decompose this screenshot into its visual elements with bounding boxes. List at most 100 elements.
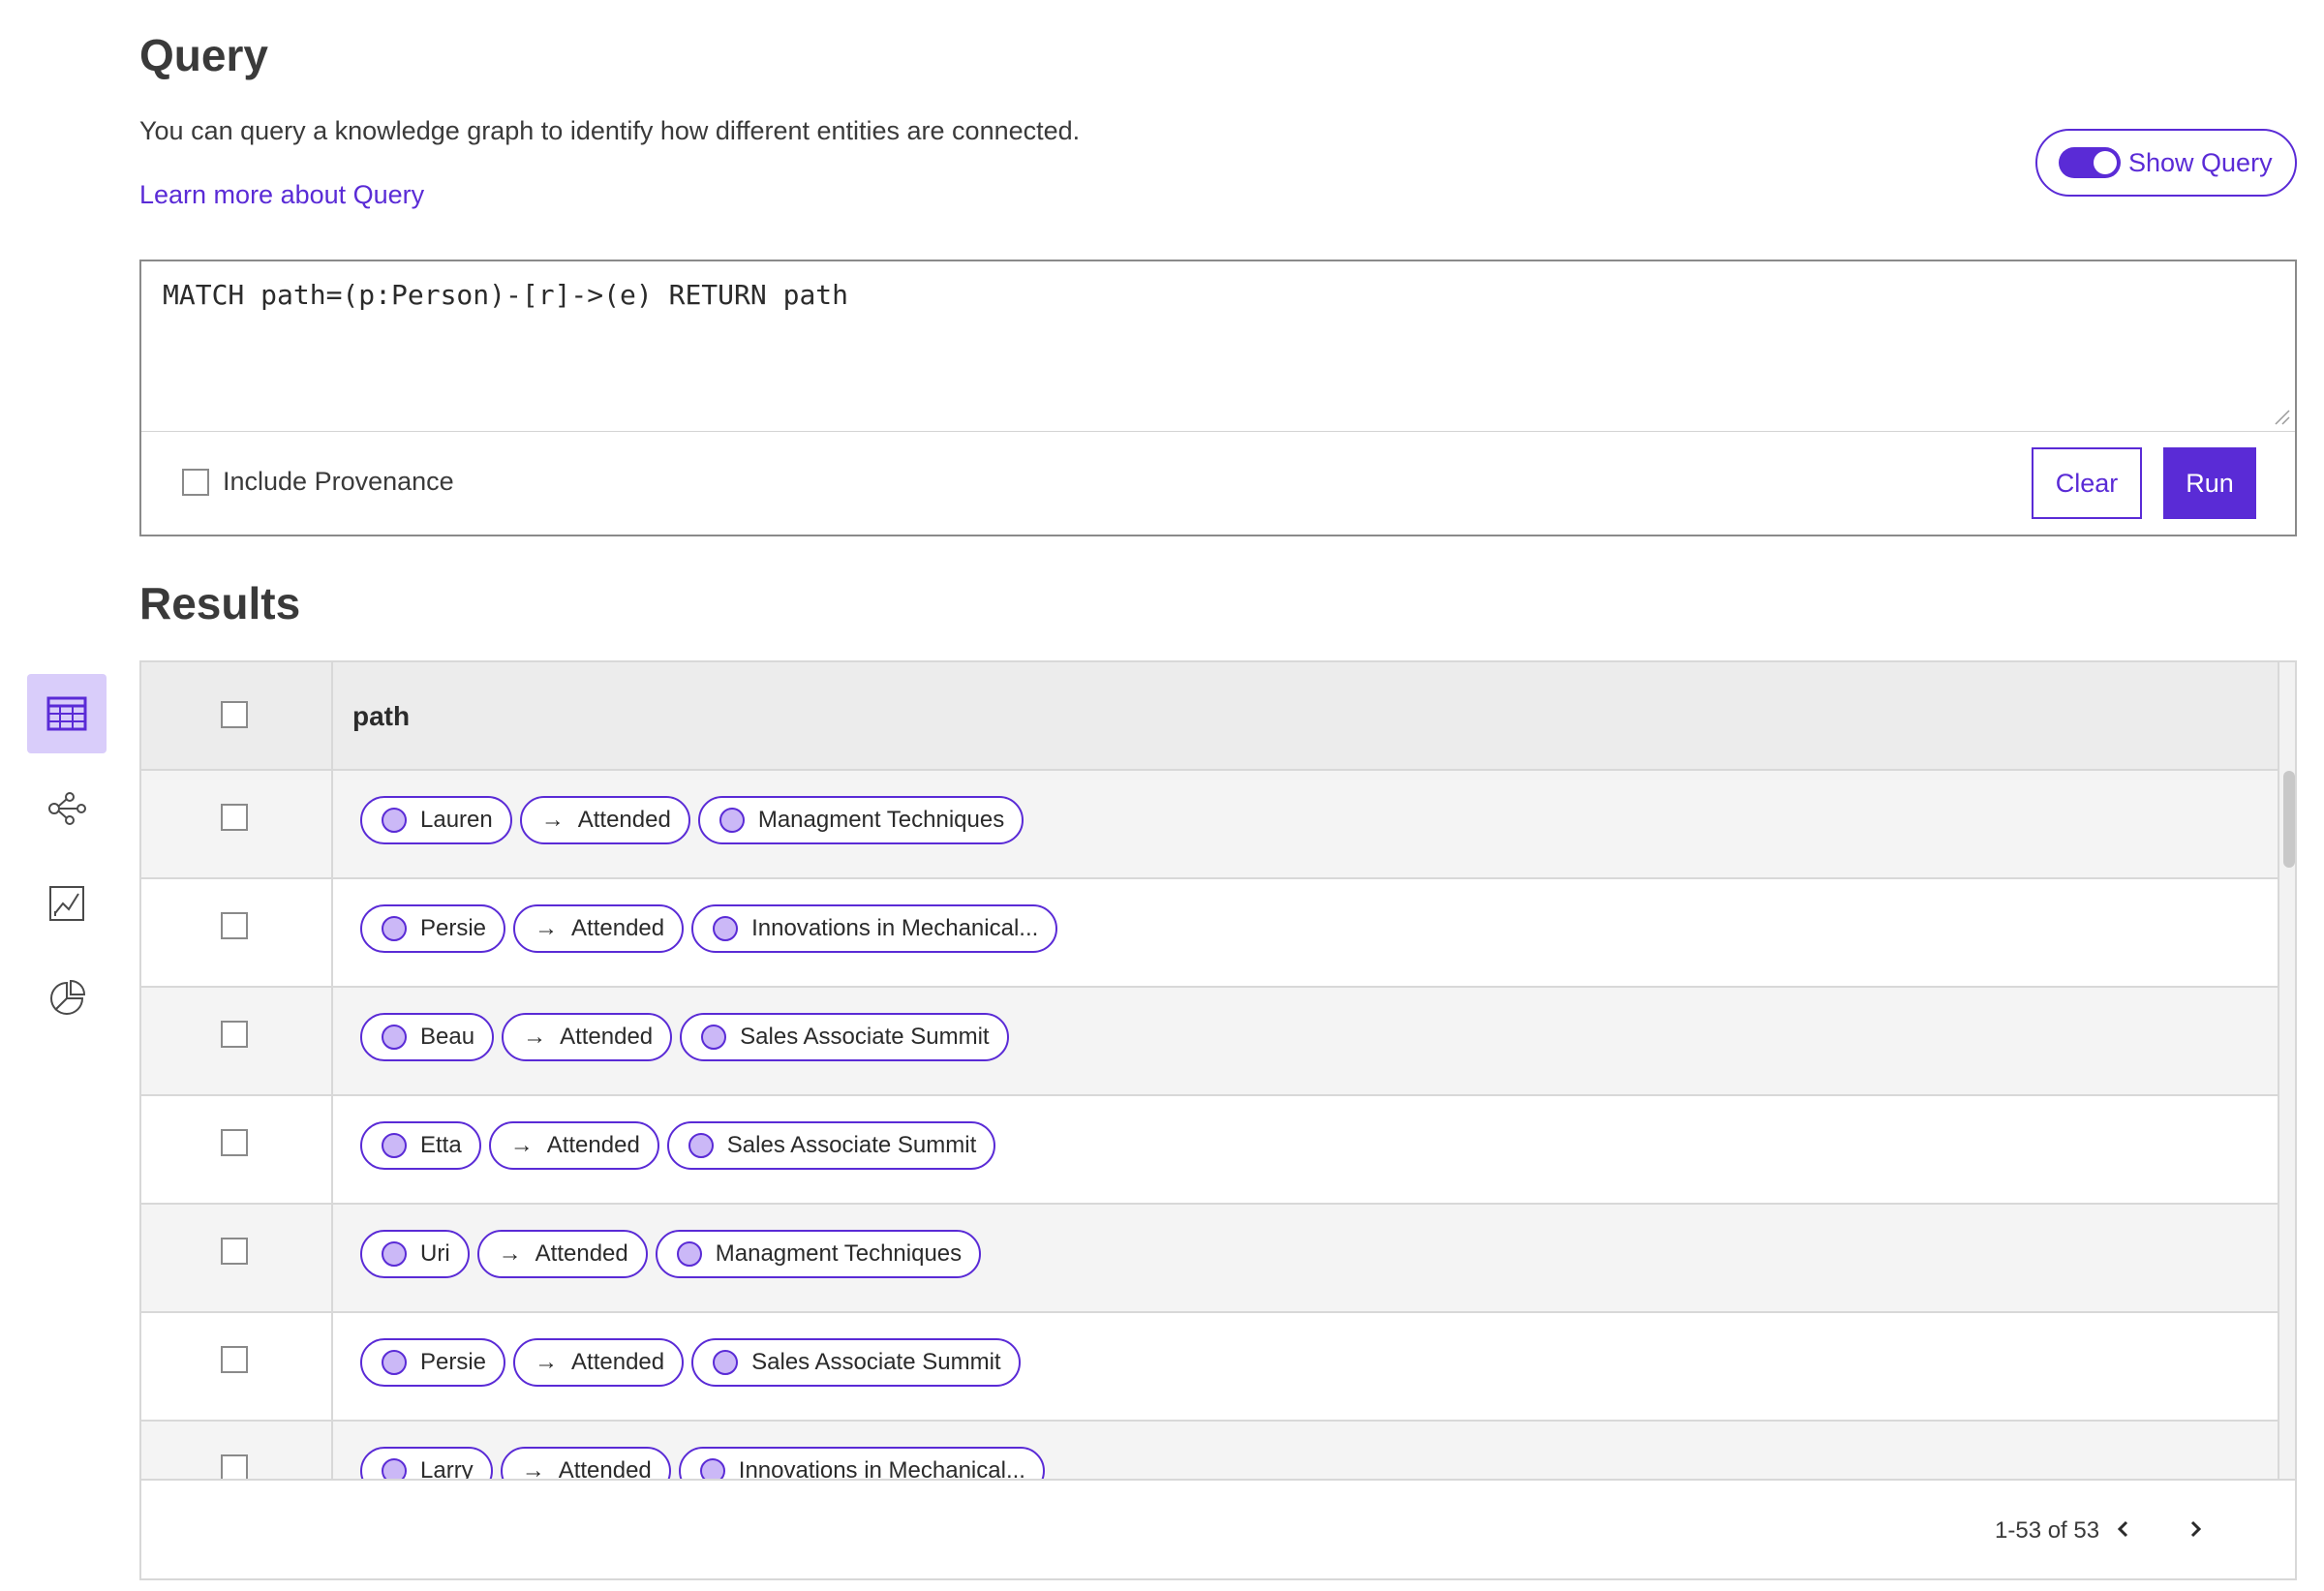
relation-chip[interactable]: → Attended bbox=[519, 796, 690, 844]
toggle-switch[interactable] bbox=[2059, 147, 2121, 178]
learn-more-link[interactable]: Learn more about Query bbox=[139, 180, 424, 210]
person-node-chip[interactable]: Beau bbox=[360, 1013, 495, 1061]
table-footer: 1-53 of 53 bbox=[141, 1479, 2295, 1578]
scrollbar-thumb[interactable] bbox=[2283, 771, 2295, 868]
results-table: path Lauren → Attended Managment Techniques… bbox=[139, 660, 2297, 1580]
relation-chip[interactable]: → Attended bbox=[488, 1121, 659, 1170]
table-body: Lauren → Attended Managment Techniques Persi… bbox=[141, 771, 2278, 1479]
pagination-info: 1-53 of 53 bbox=[1995, 1517, 2100, 1544]
node-icon bbox=[719, 808, 745, 833]
relation-chip[interactable]: → Attended bbox=[500, 1447, 671, 1479]
relation-label: Attended bbox=[577, 807, 671, 833]
arrow-right-icon: → bbox=[521, 1457, 545, 1479]
path-chips: Persie → Attended Innovations in Mechanical… bbox=[360, 904, 1058, 953]
chevron-left-icon bbox=[2117, 1520, 2128, 1538]
resize-grip-icon[interactable] bbox=[2272, 407, 2291, 426]
vertical-scrollbar[interactable] bbox=[2278, 662, 2295, 1479]
table-header: path bbox=[141, 662, 2278, 771]
chart-view-button[interactable] bbox=[27, 864, 107, 943]
relation-chip[interactable]: → Attended bbox=[502, 1013, 673, 1061]
node-icon bbox=[688, 1133, 714, 1158]
table-row: Larry → Attended Innovations in Mechanical.… bbox=[141, 1422, 2278, 1479]
query-page: Query You can query a knowledge graph to… bbox=[0, 0, 2324, 1591]
arrow-right-icon: → bbox=[535, 915, 559, 941]
page-title: Query bbox=[139, 30, 268, 80]
person-node-chip[interactable]: Larry bbox=[360, 1447, 493, 1479]
path-chips: Lauren → Attended Managment Techniques bbox=[360, 796, 1024, 844]
event-node-chip[interactable]: Sales Associate Summit bbox=[691, 1338, 1021, 1387]
row-checkbox[interactable] bbox=[221, 1129, 248, 1156]
person-node-chip[interactable]: Persie bbox=[360, 904, 506, 953]
relation-label: Attended bbox=[558, 1457, 652, 1479]
show-query-label: Show Query bbox=[2128, 147, 2273, 177]
node-icon bbox=[382, 808, 407, 833]
node-icon bbox=[701, 1025, 727, 1050]
arrow-right-icon: → bbox=[498, 1240, 522, 1267]
table-icon bbox=[46, 696, 87, 731]
row-checkbox[interactable] bbox=[221, 1454, 248, 1479]
node-icon bbox=[382, 1350, 407, 1375]
row-checkbox[interactable] bbox=[221, 1238, 248, 1265]
event-node-chip[interactable]: Innovations in Mechanical... bbox=[678, 1447, 1045, 1479]
show-query-toggle[interactable]: Show Query bbox=[2035, 129, 2297, 197]
row-checkbox[interactable] bbox=[221, 912, 248, 939]
event-node-chip[interactable]: Sales Associate Summit bbox=[680, 1013, 1009, 1061]
event-name: Innovations in Mechanical... bbox=[751, 915, 1039, 941]
relation-label: Attended bbox=[535, 1240, 628, 1267]
node-icon bbox=[676, 1241, 702, 1267]
row-checkbox[interactable] bbox=[221, 1346, 248, 1373]
results-title: Results bbox=[139, 578, 301, 628]
event-name: Innovations in Mechanical... bbox=[738, 1457, 1025, 1479]
person-node-chip[interactable]: Etta bbox=[360, 1121, 481, 1170]
table-row: Uri → Attended Managment Techniques bbox=[141, 1205, 2278, 1313]
query-editor: MATCH path=(p:Person)-[r]->(e) RETURN pa… bbox=[139, 260, 2297, 536]
node-icon bbox=[382, 1025, 407, 1050]
line-chart-icon bbox=[49, 886, 84, 921]
relation-chip[interactable]: → Attended bbox=[513, 1338, 685, 1387]
pie-view-button[interactable] bbox=[27, 959, 107, 1038]
person-name: Larry bbox=[420, 1457, 474, 1479]
relation-label: Attended bbox=[560, 1024, 654, 1050]
relation-label: Attended bbox=[571, 915, 665, 941]
include-provenance-checkbox[interactable] bbox=[182, 468, 209, 496]
event-node-chip[interactable]: Sales Associate Summit bbox=[666, 1121, 996, 1170]
person-node-chip[interactable]: Lauren bbox=[360, 796, 512, 844]
event-node-chip[interactable]: Managment Techniques bbox=[697, 796, 1024, 844]
table-view-button[interactable] bbox=[27, 674, 107, 753]
event-name: Managment Techniques bbox=[757, 807, 1005, 833]
page-description: You can query a knowledge graph to ident… bbox=[139, 116, 1081, 145]
event-name: Managment Techniques bbox=[715, 1240, 963, 1267]
column-header-path[interactable]: path bbox=[352, 701, 410, 732]
person-name: Beau bbox=[420, 1024, 475, 1050]
relation-chip[interactable]: → Attended bbox=[513, 904, 685, 953]
person-node-chip[interactable]: Uri bbox=[360, 1230, 470, 1278]
person-node-chip[interactable]: Persie bbox=[360, 1338, 506, 1387]
node-icon bbox=[699, 1458, 725, 1479]
path-chips: Persie → Attended Sales Associate Summit bbox=[360, 1338, 1021, 1387]
relation-label: Attended bbox=[546, 1132, 640, 1158]
row-checkbox[interactable] bbox=[221, 1021, 248, 1048]
previous-page-button[interactable] bbox=[2105, 1512, 2140, 1546]
event-node-chip[interactable]: Managment Techniques bbox=[655, 1230, 982, 1278]
node-icon bbox=[713, 916, 739, 941]
person-name: Persie bbox=[420, 1349, 487, 1375]
next-page-button[interactable] bbox=[2179, 1512, 2214, 1546]
run-button[interactable]: Run bbox=[2163, 447, 2256, 519]
table-row: Persie → Attended Sales Associate Summit bbox=[141, 1313, 2278, 1422]
event-name: Sales Associate Summit bbox=[751, 1349, 1001, 1375]
graph-view-button[interactable] bbox=[27, 769, 107, 848]
row-checkbox[interactable] bbox=[221, 804, 248, 831]
path-chips: Uri → Attended Managment Techniques bbox=[360, 1230, 982, 1278]
arrow-right-icon: → bbox=[509, 1132, 534, 1158]
person-name: Etta bbox=[420, 1132, 462, 1158]
table-row: Beau → Attended Sales Associate Summit bbox=[141, 988, 2278, 1096]
include-provenance[interactable]: Include Provenance bbox=[182, 467, 454, 497]
clear-button[interactable]: Clear bbox=[2032, 447, 2142, 519]
select-all-checkbox[interactable] bbox=[221, 701, 248, 728]
pie-chart-icon bbox=[50, 979, 86, 1015]
node-icon bbox=[713, 1350, 739, 1375]
relation-chip[interactable]: → Attended bbox=[476, 1230, 648, 1278]
node-icon bbox=[382, 1458, 407, 1479]
query-input[interactable]: MATCH path=(p:Person)-[r]->(e) RETURN pa… bbox=[141, 261, 2295, 432]
event-node-chip[interactable]: Innovations in Mechanical... bbox=[691, 904, 1058, 953]
